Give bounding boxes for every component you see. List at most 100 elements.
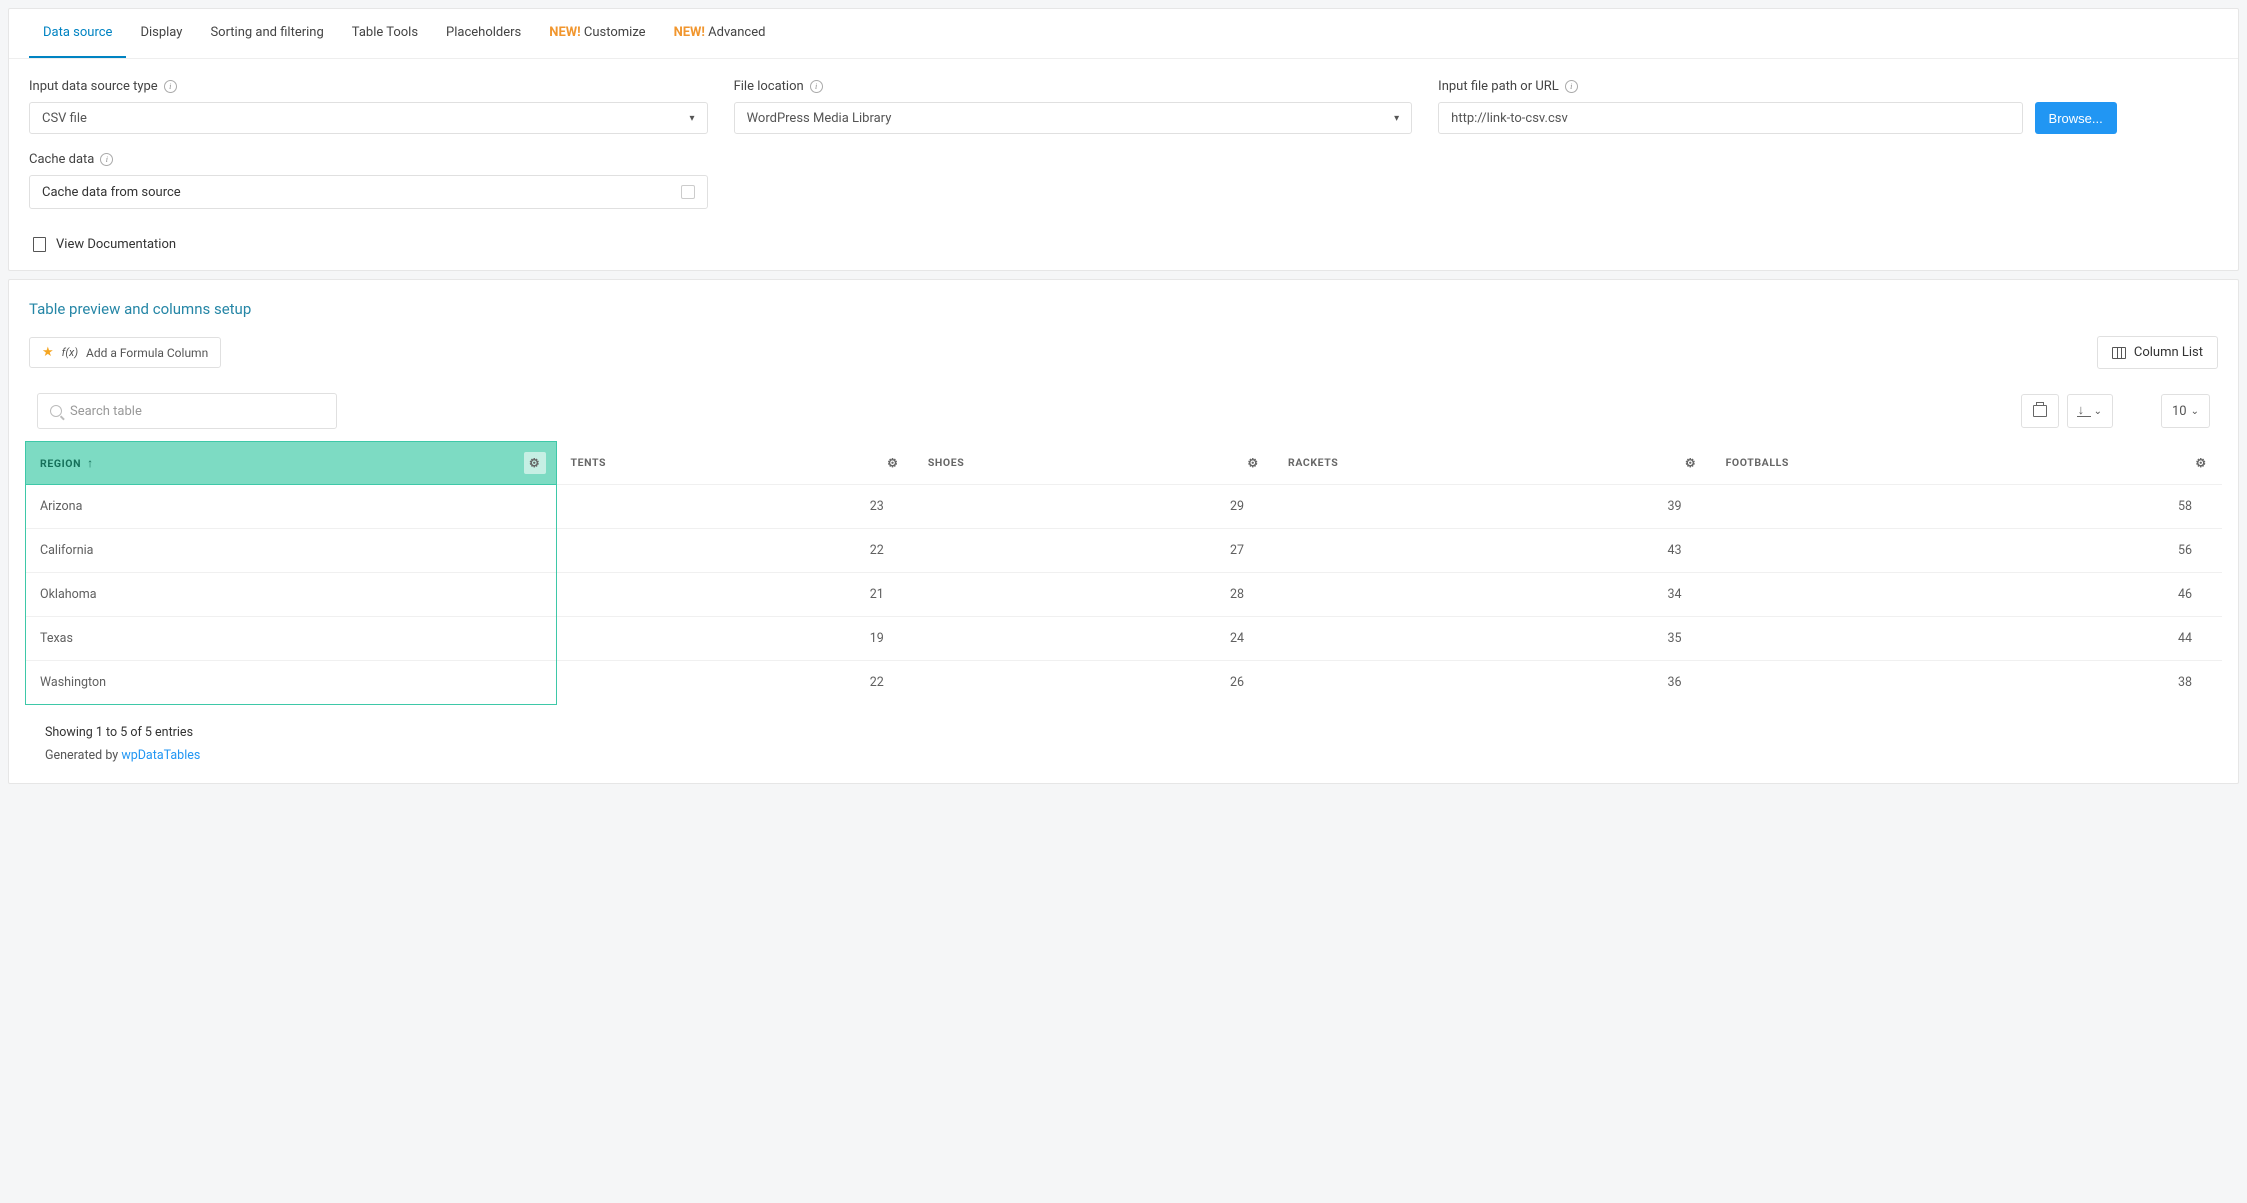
gear-icon: ⚙	[1685, 456, 1696, 470]
cell-rackets: 36	[1274, 661, 1712, 705]
cell-region: Texas	[26, 617, 557, 661]
column-header-region[interactable]: REGION↑⚙	[26, 442, 557, 485]
tab-label: Data source	[43, 25, 112, 40]
gear-icon: ⚙	[529, 456, 540, 470]
column-header-footballs[interactable]: FOOTBALLS⚙	[1712, 442, 2222, 485]
view-documentation-link[interactable]: View Documentation	[9, 219, 2238, 270]
label-cache: Cache data i	[29, 152, 708, 167]
column-settings-button[interactable]: ⚙	[524, 452, 546, 474]
field-file-path: Input file path or URL i http://link-to-…	[1438, 79, 2117, 134]
form-area: Input data source type i CSV file ▾ File…	[9, 59, 2238, 219]
preview-panel: Table preview and columns setup ★ f(x) A…	[8, 279, 2239, 784]
right-controls: ⌄ 10 ⌄	[2021, 394, 2210, 428]
tab-display[interactable]: Display	[126, 9, 196, 58]
info-icon[interactable]: i	[100, 153, 113, 166]
add-formula-button[interactable]: ★ f(x) Add a Formula Column	[29, 337, 221, 368]
table-row: Oklahoma21283446	[26, 573, 2223, 617]
tab-sorting-and-filtering[interactable]: Sorting and filtering	[196, 9, 337, 58]
select-source-type[interactable]: CSV file ▾	[29, 102, 708, 134]
print-icon	[2033, 405, 2047, 417]
search-icon	[50, 405, 62, 417]
table-row: Washington22263638	[26, 661, 2223, 705]
column-settings-button[interactable]: ⚙	[1680, 452, 1702, 474]
column-header-tents[interactable]: TENTS ⚙	[556, 442, 914, 485]
fx-icon: f(x)	[62, 346, 78, 359]
tab-data-source[interactable]: Data source	[29, 9, 126, 58]
table-row: Arizona23293958	[26, 485, 2223, 529]
column-list-button[interactable]: Column List	[2097, 336, 2218, 369]
cell-tents: 22	[556, 529, 914, 573]
download-icon	[2078, 405, 2090, 417]
print-button[interactable]	[2021, 394, 2059, 428]
cell-footballs: 46	[1712, 573, 2222, 617]
label-text: Input file path or URL	[1438, 79, 1559, 94]
tabs-bar: Data source Display Sorting and filtering T…	[9, 9, 2238, 59]
cell-footballs: 58	[1712, 485, 2222, 529]
table-footer: Showing 1 to 5 of 5 entries Generated by…	[9, 705, 2238, 783]
doc-link-text: View Documentation	[56, 237, 176, 252]
cell-region: Oklahoma	[26, 573, 557, 617]
cell-rackets: 39	[1274, 485, 1712, 529]
new-badge: NEW!	[674, 25, 709, 40]
table-row: California22274356	[26, 529, 2223, 573]
data-table: REGION↑⚙TENTS⚙SHOES⚙RACKETS⚙FOOTBALLS⚙ A…	[25, 441, 2222, 705]
search-input[interactable]: Search table	[37, 393, 337, 429]
cache-option-text: Cache data from source	[42, 185, 181, 200]
column-settings-button[interactable]: ⚙	[882, 452, 904, 474]
cell-footballs: 56	[1712, 529, 2222, 573]
cell-tents: 23	[556, 485, 914, 529]
cell-rackets: 43	[1274, 529, 1712, 573]
tab-placeholders[interactable]: Placeholders	[432, 9, 535, 58]
column-label: SHOES	[928, 456, 965, 469]
tab-label: Display	[140, 25, 182, 40]
tab-customize[interactable]: NEW! Customize	[535, 9, 659, 58]
preview-toolbar: ★ f(x) Add a Formula Column Column List	[9, 318, 2238, 369]
column-header-shoes[interactable]: SHOES ⚙	[914, 442, 1274, 485]
page-size-select[interactable]: 10 ⌄	[2161, 394, 2210, 428]
tab-label: Customize	[584, 25, 646, 40]
sort-asc-icon: ↑	[87, 456, 94, 470]
tab-label: Sorting and filtering	[210, 25, 323, 40]
column-settings-button[interactable]: ⚙	[1242, 452, 1264, 474]
tab-advanced[interactable]: NEW! Advanced	[660, 9, 780, 58]
input-file-path[interactable]: http://link-to-csv.csv	[1438, 102, 2022, 134]
cache-checkbox[interactable]	[681, 185, 695, 199]
table-wrap: REGION↑⚙TENTS⚙SHOES⚙RACKETS⚙FOOTBALLS⚙ A…	[9, 441, 2238, 705]
cell-footballs: 44	[1712, 617, 2222, 661]
info-icon[interactable]: i	[810, 80, 823, 93]
gear-icon: ⚙	[887, 456, 898, 470]
label-source-type: Input data source type i	[29, 79, 708, 94]
showing-entries-text: Showing 1 to 5 of 5 entries	[45, 725, 2202, 740]
select-value: CSV file	[42, 111, 87, 126]
tab-table-tools[interactable]: Table Tools	[338, 9, 432, 58]
new-badge: NEW!	[549, 25, 584, 40]
table-controls: Search table ⌄ 10 ⌄	[9, 369, 2238, 441]
column-label: TENTS	[571, 456, 607, 469]
chevron-down-icon: ⌄	[2094, 406, 2102, 417]
cell-shoes: 27	[914, 529, 1274, 573]
export-button[interactable]: ⌄	[2067, 394, 2113, 428]
chevron-down-icon: ▾	[1394, 113, 1399, 124]
browse-button[interactable]: Browse...	[2035, 102, 2117, 134]
column-header-rackets[interactable]: RACKETS⚙	[1274, 442, 1712, 485]
generated-by: Generated by wpDataTables	[45, 748, 2202, 763]
search-placeholder: Search table	[70, 404, 142, 419]
cell-region: Washington	[26, 661, 557, 705]
generated-link[interactable]: wpDataTables	[121, 748, 200, 763]
cell-region: Arizona	[26, 485, 557, 529]
chevron-down-icon: ⌄	[2191, 406, 2199, 417]
cell-rackets: 34	[1274, 573, 1712, 617]
select-file-location[interactable]: WordPress Media Library ▾	[734, 102, 1413, 134]
field-source-type: Input data source type i CSV file ▾	[29, 79, 708, 134]
info-icon[interactable]: i	[164, 80, 177, 93]
tab-label: Advanced	[708, 25, 765, 40]
page-size-value: 10	[2172, 404, 2187, 419]
document-icon	[33, 237, 46, 252]
label-text: Input data source type	[29, 79, 158, 94]
column-settings-button[interactable]: ⚙	[2190, 452, 2212, 474]
cell-rackets: 35	[1274, 617, 1712, 661]
label-file-location: File location i	[734, 79, 1413, 94]
info-icon[interactable]: i	[1565, 80, 1578, 93]
generated-prefix: Generated by	[45, 748, 121, 763]
cell-shoes: 28	[914, 573, 1274, 617]
